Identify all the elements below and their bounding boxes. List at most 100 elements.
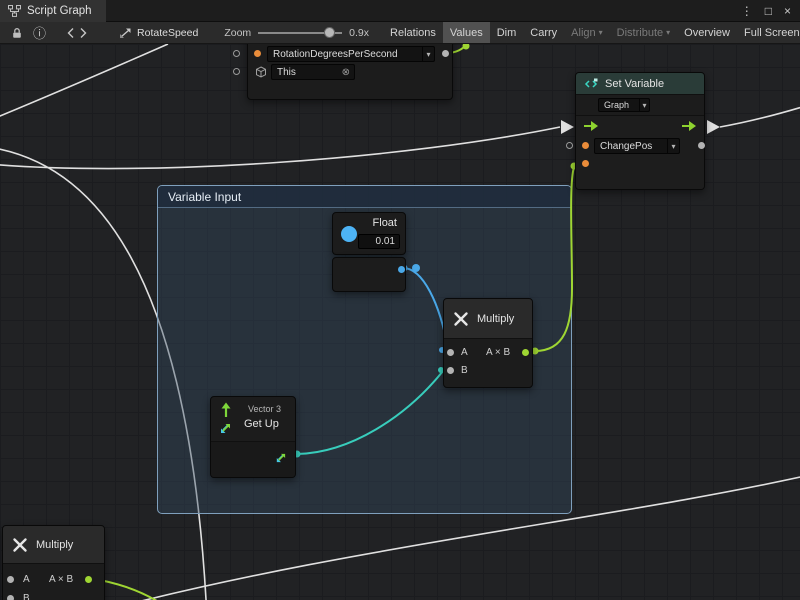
wire-flow-into-set-variable[interactable]	[0, 127, 560, 169]
toolbar-buttons: Relations Values Dim Carry Align▾ Distri…	[383, 22, 800, 44]
script-graph-icon	[8, 5, 21, 17]
input-port[interactable]	[233, 50, 240, 57]
lock-icon	[11, 27, 23, 39]
node-category: Vector 3	[248, 404, 281, 414]
flow-arrow-in-icon[interactable]	[561, 120, 574, 134]
zoom-slider[interactable]	[258, 22, 342, 44]
window-titlebar: Script Graph ⋮ □ ×	[0, 0, 800, 22]
set-variable-header[interactable]: Set Variable	[576, 73, 704, 95]
input-port[interactable]	[566, 142, 573, 149]
set-variable-icon	[584, 78, 598, 90]
window-title: Script Graph	[27, 5, 92, 17]
multiply-header[interactable]: Multiply	[444, 299, 532, 339]
float-icon	[341, 226, 357, 242]
menu-kebab-icon[interactable]: ⋮	[741, 0, 753, 22]
dim-button[interactable]: Dim	[490, 22, 524, 44]
zoom-value: 0.9x	[349, 27, 369, 39]
flow-in-arrow-icon[interactable]	[583, 120, 599, 132]
port-out-label: A × B	[49, 574, 73, 585]
input-port[interactable]	[233, 68, 240, 75]
caret-down-icon: ▾	[667, 139, 679, 154]
float-node-body[interactable]	[332, 257, 406, 292]
graph-asset-name: RotateSpeed	[137, 27, 198, 39]
input-port-b-dot[interactable]	[7, 595, 14, 600]
input-port-b-dot[interactable]	[447, 367, 454, 374]
fullscreen-button[interactable]: Full Screen	[737, 22, 800, 44]
multiply-icon	[11, 536, 29, 554]
node-title: Multiply	[36, 539, 73, 551]
variable-name-dropdown[interactable]: RotationDegreesPerSecond ▾	[267, 46, 435, 62]
tab-script-graph[interactable]: Script Graph	[0, 0, 106, 22]
wire-white-top-left[interactable]	[0, 44, 168, 121]
float-node[interactable]: Float 0.01	[332, 212, 406, 255]
info-button[interactable]: ⓘ	[28, 22, 51, 44]
multiply-header[interactable]: Multiply	[3, 526, 104, 564]
port-a-label: A	[23, 574, 30, 585]
get-up-node[interactable]: Vector 3 Get Up	[210, 396, 296, 478]
variable-select-dropdown[interactable]: ChangePos ▾	[594, 138, 680, 154]
diagonal-arrows-icon	[218, 422, 232, 435]
zoom-label: Zoom	[224, 27, 251, 39]
circled-cross-icon[interactable]: ⊗	[338, 67, 354, 78]
node-title: Multiply	[477, 313, 514, 325]
input-port-a-dot[interactable]	[7, 576, 14, 583]
edit-graph-button[interactable]	[61, 22, 93, 44]
variable-port-dot[interactable]	[254, 50, 261, 57]
node-title: Float	[373, 217, 397, 229]
target-label: This	[272, 67, 338, 78]
get-variable-node[interactable]: RotationDegreesPerSecond ▾ This ⊗	[247, 44, 453, 100]
group-title: Variable Input	[168, 190, 241, 204]
group-header[interactable]: Variable Input	[158, 186, 571, 208]
zoom-control: Zoom 0.9x	[224, 22, 369, 44]
flow-out-arrow-icon[interactable]	[681, 120, 697, 132]
target-field[interactable]: This ⊗	[271, 64, 355, 80]
variable-name: RotationDegreesPerSecond	[268, 49, 422, 60]
values-button[interactable]: Values	[443, 22, 490, 44]
up-arrow-icon	[220, 402, 232, 419]
zoom-slider-handle[interactable]	[324, 27, 335, 38]
graph-toolbar: ⓘ RotateSpeed Zoom 0.9x Relations Values…	[0, 22, 800, 44]
wire-flow-out-of-set-variable[interactable]	[720, 104, 800, 127]
align-button[interactable]: Align▾	[564, 22, 609, 44]
port-b-label: B	[461, 365, 468, 376]
caret-down-icon: ▾	[666, 22, 670, 44]
output-port-dot[interactable]	[398, 266, 405, 273]
output-port-dot[interactable]	[522, 349, 529, 356]
flow-arrow-out-icon[interactable]	[707, 120, 720, 134]
node-title: Set Variable	[605, 78, 664, 90]
relations-button[interactable]: Relations	[383, 22, 443, 44]
carry-button[interactable]: Carry	[523, 22, 564, 44]
maximize-icon[interactable]: □	[765, 0, 772, 22]
close-icon[interactable]: ×	[784, 0, 791, 22]
variable-kind-dropdown[interactable]: Graph ▾	[598, 98, 650, 112]
cube-icon	[255, 66, 267, 78]
caret-down-icon: ▾	[639, 99, 649, 112]
graph-asset-icon	[119, 27, 132, 39]
output-port-dot[interactable]	[442, 50, 449, 57]
multiply-node-bottom[interactable]: Multiply A A × B B	[2, 525, 105, 600]
caret-down-icon: ▾	[599, 22, 603, 44]
graph-canvas[interactable]: Variable Input RotationDegreesPerSecond	[0, 44, 800, 600]
variable-kind: Graph	[599, 100, 639, 110]
input-port-a-dot[interactable]	[447, 349, 454, 356]
caret-down-icon: ▾	[422, 47, 434, 62]
output-port-dot[interactable]	[698, 142, 705, 149]
float-value-field[interactable]: 0.01	[358, 234, 400, 249]
value-port-dot[interactable]	[582, 160, 589, 167]
graph-asset[interactable]: RotateSpeed	[119, 27, 198, 39]
port-b-label: B	[23, 593, 30, 600]
set-variable-node[interactable]: Set Variable Graph ▾ ChangePos ▾	[575, 72, 705, 190]
node-title: Get Up	[244, 418, 279, 430]
code-icon	[66, 27, 88, 39]
distribute-button[interactable]: Distribute▾	[610, 22, 677, 44]
output-port-dot[interactable]	[85, 576, 92, 583]
overview-button[interactable]: Overview	[677, 22, 737, 44]
info-icon: ⓘ	[33, 23, 46, 42]
lock-button[interactable]	[6, 22, 28, 44]
port-out-label: A × B	[486, 347, 510, 358]
window-controls: ⋮ □ ×	[741, 0, 800, 22]
variable-port-dot[interactable]	[582, 142, 589, 149]
output-vector-icon[interactable]	[274, 452, 287, 464]
multiply-node[interactable]: Multiply A A × B B	[443, 298, 533, 388]
port-a-label: A	[461, 347, 468, 358]
